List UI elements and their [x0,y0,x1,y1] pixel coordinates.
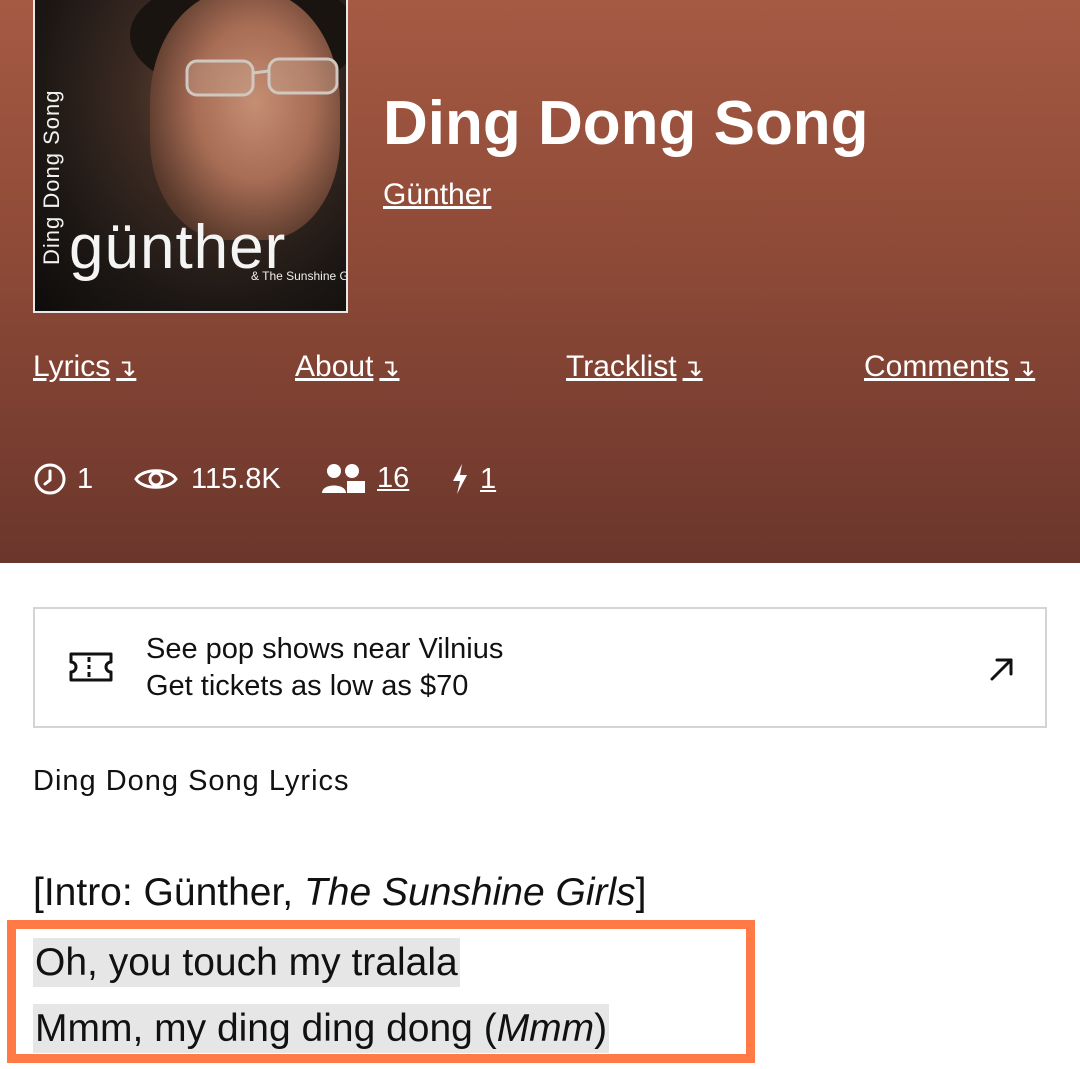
external-link-arrow-icon [990,658,1013,681]
views-stat: 115.8K [133,462,281,496]
followers-stat[interactable]: 16 [321,462,409,495]
nav-comments-link[interactable]: Comments ↴ [864,350,1035,384]
arrow-down-icon: ↴ [682,355,703,382]
album-cover-image[interactable]: Ding Dong Song günther & The Sunshine Gi… [33,0,348,313]
ticket-price-text: Get tickets as low as $70 [146,670,469,702]
nav-tracklist-label: Tracklist [566,350,677,383]
ticket-promo-card[interactable]: See pop shows near Vilnius Get tickets a… [33,607,1047,728]
views-count: 115.8K [191,462,281,495]
song-header: Ding Dong Song günther & The Sunshine Gi… [0,0,1080,563]
users-icon [322,463,365,493]
ticket-icon [69,652,113,682]
clock-icon [34,463,66,495]
nav-comments-label: Comments [864,350,1010,383]
arrow-down-icon: ↴ [1015,355,1036,382]
nav-lyrics-link[interactable]: Lyrics ↴ [33,350,136,384]
intro-prefix: [Intro: Günther, [33,871,304,914]
followers-count: 16 [377,462,410,494]
lyrics-heading: Ding Dong Song Lyrics [33,765,350,797]
cover-vertical-title: Ding Dong Song [39,89,64,265]
lyrics-section-header: [Intro: Günther, The Sunshine Girls] [33,871,646,915]
arrow-down-icon: ↴ [379,355,400,382]
annotations-count: 1 [480,462,497,495]
bolt-icon [453,464,467,494]
annotations-stat[interactable]: 1 [450,462,496,496]
eye-icon [134,469,178,489]
nav-about-label: About [295,350,374,383]
nav-lyrics-label: Lyrics [33,350,111,383]
cover-subtitle: & The Sunshine Girls [251,269,348,283]
ticket-headline: See pop shows near Vilnius [146,633,504,665]
artist-link[interactable]: Günther [383,178,491,212]
cover-glasses-shape [185,57,339,97]
nav-tracklist-link[interactable]: Tracklist ↴ [566,350,703,384]
contributors-stat: 1 [33,462,93,496]
intro-suffix: ] [635,871,647,914]
cover-face-shape [150,0,340,240]
contributors-count: 1 [77,462,94,495]
nav-about-link[interactable]: About ↴ [295,350,400,384]
arrow-down-icon: ↴ [116,355,137,382]
intro-featured-artist: The Sunshine Girls [303,871,636,914]
song-title: Ding Dong Song [383,89,869,158]
highlight-selection-box [7,920,755,1063]
